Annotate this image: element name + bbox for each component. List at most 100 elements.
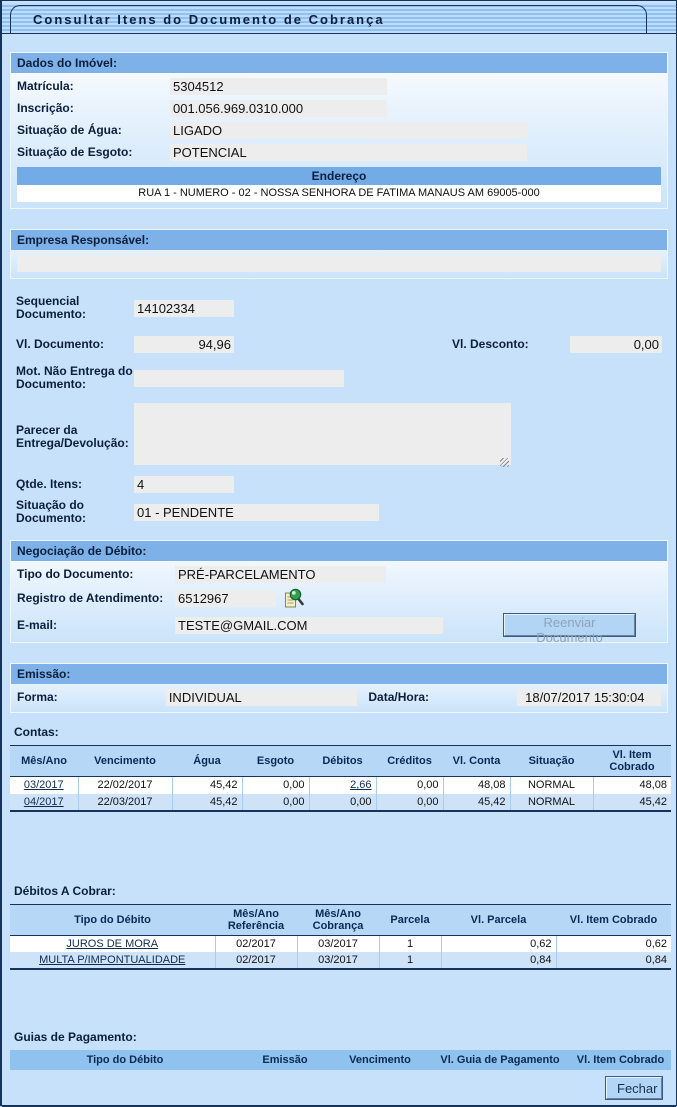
- contas-header-vencimento: Vencimento: [78, 746, 172, 777]
- contas-row-2: 04/2017 22/03/2017 45,42 0,00 0,00 0,00 …: [10, 794, 671, 811]
- contas-cell-vencimento: 22/02/2017: [78, 777, 172, 794]
- debito-cell-referencia: 02/2017: [215, 935, 297, 952]
- vl-documento-label: Vl. Documento:: [16, 338, 134, 351]
- section-emissao: Emissão: Forma: INDIVIDUAL Data/Hora: 18…: [10, 663, 668, 713]
- vl-desconto-field: 0,00: [570, 336, 662, 353]
- vl-desconto-label: Vl. Desconto:: [452, 338, 570, 351]
- contas-label: Contas:: [14, 725, 668, 739]
- section-header-emissao: Emissão:: [11, 664, 667, 684]
- sequencial-label: Sequencial Documento:: [16, 295, 134, 321]
- footer-actions: Fechar: [10, 1077, 662, 1099]
- row-vl-documento: Vl. Documento: 94,96 Vl. Desconto: 0,00: [10, 336, 668, 353]
- contas-cell-agua: 45,42: [172, 794, 242, 811]
- guias-header-vl-item: Vl. Item Cobrado: [570, 1050, 671, 1070]
- datahora-label: Data/Hora:: [368, 691, 517, 704]
- guias-header-vl-guia: Vl. Guia de Pagamento: [430, 1050, 570, 1070]
- debitos-header-row: Tipo do Débito Mês/Ano Referência Mês/An…: [10, 904, 671, 935]
- row-situacao-agua: Situação de Água: LIGADO: [11, 122, 667, 139]
- guias-label: Guias de Pagamento:: [14, 1030, 668, 1044]
- contas-cell-creditos: 0,00: [376, 777, 443, 794]
- contas-row-1: 03/2017 22/02/2017 45,42 0,00 2,66 0,00 …: [10, 777, 671, 794]
- row-matricula: Matrícula: 5304512: [11, 78, 667, 95]
- row-sequencial: Sequencial Documento: 14102334: [10, 295, 668, 321]
- debito-cell-parcela: 1: [379, 935, 441, 952]
- row-inscricao: Inscrição: 001.056.969.0310.000: [11, 100, 667, 117]
- document-magnifier-icon[interactable]: [284, 588, 305, 609]
- empresa-field: [17, 255, 661, 272]
- contas-header-agua: Água: [172, 746, 242, 777]
- debito-cell-cobranca: 03/2017: [297, 952, 379, 969]
- debitos-header-referencia: Mês/Ano Referência: [215, 904, 297, 935]
- contas-header-mes-ano: Mês/Ano: [10, 746, 78, 777]
- guias-table: Tipo do Débito Emissão Vencimento Vl. Gu…: [10, 1050, 671, 1070]
- debitos-a-cobrar-table: Tipo do Débito Mês/Ano Referência Mês/An…: [10, 904, 671, 971]
- reenviar-documento-button[interactable]: Reenviar Documento: [504, 614, 635, 636]
- debito-cell-referencia: 02/2017: [215, 952, 297, 969]
- contas-mes-ano-link[interactable]: 04/2017: [24, 796, 64, 808]
- section-empresa-responsavel: Empresa Responsável:: [10, 229, 668, 279]
- contas-header-row: Mês/Ano Vencimento Água Esgoto Débitos C…: [10, 746, 671, 777]
- parecer-textarea[interactable]: [134, 403, 511, 465]
- qtde-itens-field: 4: [134, 476, 234, 493]
- page-title: Consultar Itens do Documento de Cobrança: [33, 12, 385, 27]
- endereco-value: RUA 1 - NUMERO - 02 - NOSSA SENHORA DE F…: [17, 185, 661, 202]
- debitos-row-2: MULTA P/IMPONTUALIDADE 02/2017 03/2017 1…: [10, 952, 671, 969]
- forma-label: Forma:: [17, 691, 166, 704]
- contas-cell-debitos: 0,00: [309, 794, 376, 811]
- contas-cell-vencimento: 22/03/2017: [78, 794, 172, 811]
- section-header-empresa: Empresa Responsável:: [11, 230, 667, 250]
- contas-cell-vl-conta: 45,42: [443, 794, 510, 811]
- document-fields: Sequencial Documento: 14102334 Vl. Docum…: [10, 295, 668, 525]
- row-mot-nao-entrega: Mot. Não Entrega do Documento:: [10, 365, 668, 391]
- mot-nao-entrega-label: Mot. Não Entrega do Documento:: [16, 365, 134, 391]
- parecer-wrap: [134, 403, 511, 470]
- contas-mes-ano-link[interactable]: 03/2017: [24, 779, 64, 791]
- contas-header-vl-item: Vl. Item Cobrado: [593, 746, 671, 777]
- row-email: E-mail: TESTE@GMAIL.COM Reenviar Documen…: [11, 614, 667, 636]
- contas-header-vl-conta: Vl. Conta: [443, 746, 510, 777]
- registro-atendimento-label: Registro de Atendimento:: [17, 592, 175, 605]
- tipo-documento-label: Tipo do Documento:: [17, 568, 175, 581]
- contas-cell-vl-item: 48,08: [593, 777, 671, 794]
- guias-header-tipo: Tipo do Débito: [10, 1050, 240, 1070]
- row-empresa: [11, 255, 667, 272]
- registro-atendimento-field: 6512967: [175, 590, 276, 607]
- debitos-header-vl-item: Vl. Item Cobrado: [556, 904, 671, 935]
- matricula-label: Matrícula:: [17, 80, 170, 93]
- contas-cell-esgoto: 0,00: [242, 777, 309, 794]
- debito-cell-vl-item: 0,84: [556, 952, 671, 969]
- title-band: Consultar Itens do Documento de Cobrança: [2, 3, 676, 34]
- contas-cell-creditos: 0,00: [376, 794, 443, 811]
- situacao-esgoto-field: POTENCIAL: [170, 144, 527, 161]
- row-parecer: Parecer da Entrega/Devolução:: [10, 403, 668, 470]
- row-qtde-itens: Qtde. Itens: 4: [10, 476, 668, 493]
- email-field: TESTE@GMAIL.COM: [175, 617, 443, 634]
- row-situacao-esgoto: Situação de Esgoto: POTENCIAL: [11, 144, 667, 161]
- contas-debitos-link[interactable]: 2,66: [350, 779, 371, 791]
- debitos-header-tipo: Tipo do Débito: [10, 904, 215, 935]
- debitos-header-parcela: Parcela: [379, 904, 441, 935]
- page-content: Dados do Imóvel: Matrícula: 5304512 Insc…: [2, 52, 676, 1099]
- situacao-documento-label: Situação do Documento:: [16, 499, 134, 525]
- email-label: E-mail:: [17, 619, 175, 632]
- inscricao-field: 001.056.969.0310.000: [170, 100, 387, 117]
- section-header-negociacao: Negociação de Débito:: [11, 541, 667, 561]
- fechar-button[interactable]: Fechar: [606, 1077, 662, 1099]
- debito-tipo-link[interactable]: JUROS DE MORA: [66, 938, 158, 950]
- qtde-itens-label: Qtde. Itens:: [16, 478, 134, 491]
- debitos-row-1: JUROS DE MORA 02/2017 03/2017 1 0,62 0,6…: [10, 935, 671, 952]
- debitos-header-vl-parcela: Vl. Parcela: [441, 904, 556, 935]
- forma-field: INDIVIDUAL: [166, 689, 358, 706]
- situacao-agua-field: LIGADO: [170, 122, 527, 139]
- tipo-documento-field: PRÉ-PARCELAMENTO: [175, 566, 386, 583]
- debito-tipo-link[interactable]: MULTA P/IMPONTUALIDADE: [39, 954, 185, 966]
- contas-table: Mês/Ano Vencimento Água Esgoto Débitos C…: [10, 745, 671, 812]
- debito-cell-parcela: 1: [379, 952, 441, 969]
- debitos-header-cobranca: Mês/Ano Cobrança: [297, 904, 379, 935]
- situacao-esgoto-label: Situação de Esgoto:: [17, 146, 170, 159]
- matricula-field: 5304512: [170, 78, 387, 95]
- contas-cell-esgoto: 0,00: [242, 794, 309, 811]
- debitos-a-cobrar-label: Débitos A Cobrar:: [14, 884, 668, 898]
- inscricao-label: Inscrição:: [17, 102, 170, 115]
- contas-cell-situacao: NORMAL: [510, 777, 593, 794]
